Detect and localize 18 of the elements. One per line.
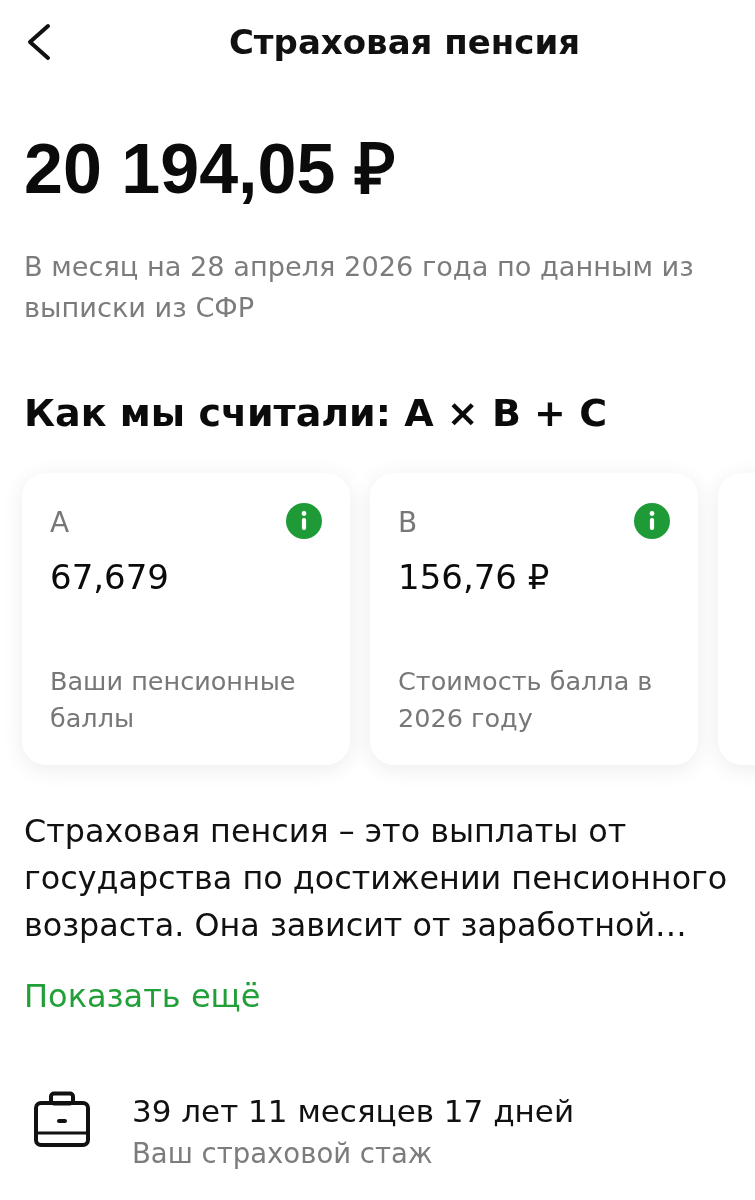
card-description: Ваши пенсионные баллы xyxy=(50,665,297,735)
pension-amount: 20 194,05 ₽ xyxy=(24,129,397,210)
briefcase-icon xyxy=(34,1091,90,1147)
amount-note: В месяц на 28 апреля 2026 года по данным из выписки из СФР xyxy=(24,250,695,325)
card-label: В xyxy=(398,505,418,541)
info-icon[interactable] xyxy=(634,503,670,539)
card-value: 156,76 ₽ xyxy=(398,556,551,599)
show-more-link[interactable]: Показать ещё xyxy=(24,976,261,1016)
insurance-period-value: 39 лет 11 месяцев 17 дней xyxy=(132,1092,575,1131)
formula-heading: Как мы считали: А × В + С xyxy=(24,390,609,437)
card-value: 67,679 xyxy=(50,556,170,599)
card-label: А xyxy=(50,505,70,541)
insurance-period-caption: Ваш страховой стаж xyxy=(132,1136,434,1171)
back-chevron-icon xyxy=(26,23,52,61)
info-icon[interactable] xyxy=(286,503,322,539)
page-title: Страховая пенсия xyxy=(227,22,582,62)
description-text: Страховая пенсия – это выплаты от государства по достижении пенсионного возраста. Она зависит от заработной… xyxy=(24,811,729,945)
card-description: Стоимость балла в 2026 году xyxy=(398,665,654,735)
